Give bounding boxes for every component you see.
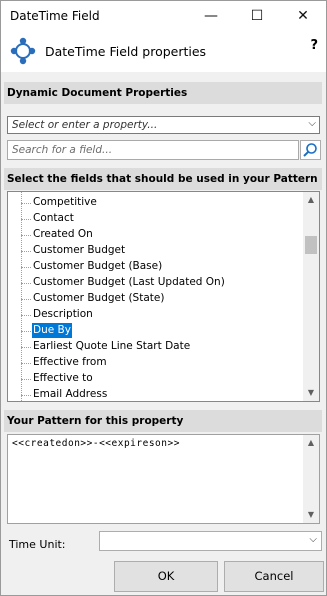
list-item[interactable]: Effective from	[32, 355, 108, 370]
tree-connector	[21, 331, 31, 332]
scroll-up-button[interactable]: ▲	[303, 192, 319, 208]
tree-connector	[21, 203, 31, 204]
tree-connector	[21, 379, 31, 380]
list-item[interactable]: Customer Budget	[32, 243, 126, 258]
fields-tree[interactable]: Competitive Contact Created On Customer Bud…	[7, 191, 320, 402]
tree-connector	[21, 283, 31, 284]
tree-connector	[21, 299, 31, 300]
search-placeholder: Search for a field...	[12, 144, 113, 156]
ok-button[interactable]: OK	[114, 561, 218, 592]
list-item[interactable]: Created On	[32, 227, 94, 242]
pattern-textarea[interactable]: <<createdon>>-<<expireson>> ▲ ▼	[7, 434, 320, 524]
section-dynamic-properties: Dynamic Document Properties	[4, 82, 322, 104]
dialog-header: DateTime Field properties ?	[1, 32, 326, 72]
list-item[interactable]: Customer Budget (Base)	[32, 259, 163, 274]
chevron-down-icon: ⌵	[308, 118, 316, 129]
section-fields: Select the fields that should be used in…	[4, 168, 322, 190]
fields-scrollbar[interactable]: ▲ ▼	[303, 192, 319, 401]
time-unit-label: Time Unit:	[9, 538, 66, 551]
app-logo-icon	[10, 37, 36, 65]
arrow-up-icon: ▲	[307, 438, 315, 447]
pattern-scroll-up-button[interactable]: ▲	[303, 435, 319, 451]
list-item[interactable]: Effective to	[32, 371, 94, 386]
help-button[interactable]: ?	[310, 38, 318, 53]
time-unit-select[interactable]: ⌵	[99, 531, 322, 551]
scroll-thumb[interactable]	[305, 236, 317, 254]
property-select[interactable]: Select or enter a property... ⌵	[7, 116, 320, 134]
tree-connector	[21, 267, 31, 268]
title-bar: DateTime Field — ☐ ✕	[1, 1, 326, 32]
cancel-button[interactable]: Cancel	[224, 561, 324, 592]
minimize-icon: —	[204, 8, 218, 24]
close-icon: ✕	[297, 8, 309, 24]
list-item[interactable]: Customer Budget (State)	[32, 291, 165, 306]
arrow-up-icon: ▲	[307, 195, 315, 204]
chevron-down-icon: ⌵	[309, 534, 317, 545]
dialog-window: DateTime Field — ☐ ✕ DateTime Field prop…	[0, 0, 327, 596]
tree-connector	[21, 315, 31, 316]
list-item[interactable]: Customer Budget (Last Updated On)	[32, 275, 226, 290]
pattern-scrollbar[interactable]: ▲ ▼	[303, 435, 319, 523]
pattern-text: <<createdon>>-<<expireson>>	[12, 438, 180, 449]
property-select-placeholder: Select or enter a property...	[12, 119, 158, 131]
arrow-down-icon: ▼	[307, 510, 315, 519]
minimize-button[interactable]: —	[188, 1, 234, 32]
maximize-button[interactable]: ☐	[234, 1, 280, 32]
search-input[interactable]: Search for a field...	[7, 140, 299, 160]
arrow-down-icon: ▼	[307, 388, 315, 397]
list-item[interactable]: Competitive	[32, 195, 98, 210]
tree-connector	[21, 347, 31, 348]
list-item[interactable]: Earliest Quote Line Start Date	[32, 339, 191, 354]
tree-connector	[21, 219, 31, 220]
pattern-scroll-down-button[interactable]: ▼	[303, 507, 319, 523]
tree-connector	[21, 251, 31, 252]
search-button[interactable]	[300, 140, 321, 160]
tree-connector	[21, 395, 31, 396]
tree-connector	[21, 235, 31, 236]
search-icon	[303, 143, 317, 157]
close-button[interactable]: ✕	[280, 1, 326, 32]
window-title: DateTime Field	[10, 9, 100, 23]
list-item[interactable]: Email Address	[32, 387, 108, 401]
list-item[interactable]: Contact	[32, 211, 75, 226]
maximize-icon: ☐	[250, 8, 264, 24]
dialog-heading: DateTime Field properties	[45, 44, 207, 59]
scroll-down-button[interactable]: ▼	[303, 385, 319, 401]
tree-connector	[21, 363, 31, 364]
tree-connector	[21, 192, 22, 401]
list-item[interactable]: Description	[32, 307, 94, 322]
list-item[interactable]: Due By	[32, 323, 72, 338]
section-pattern: Your Pattern for this property	[4, 410, 322, 432]
